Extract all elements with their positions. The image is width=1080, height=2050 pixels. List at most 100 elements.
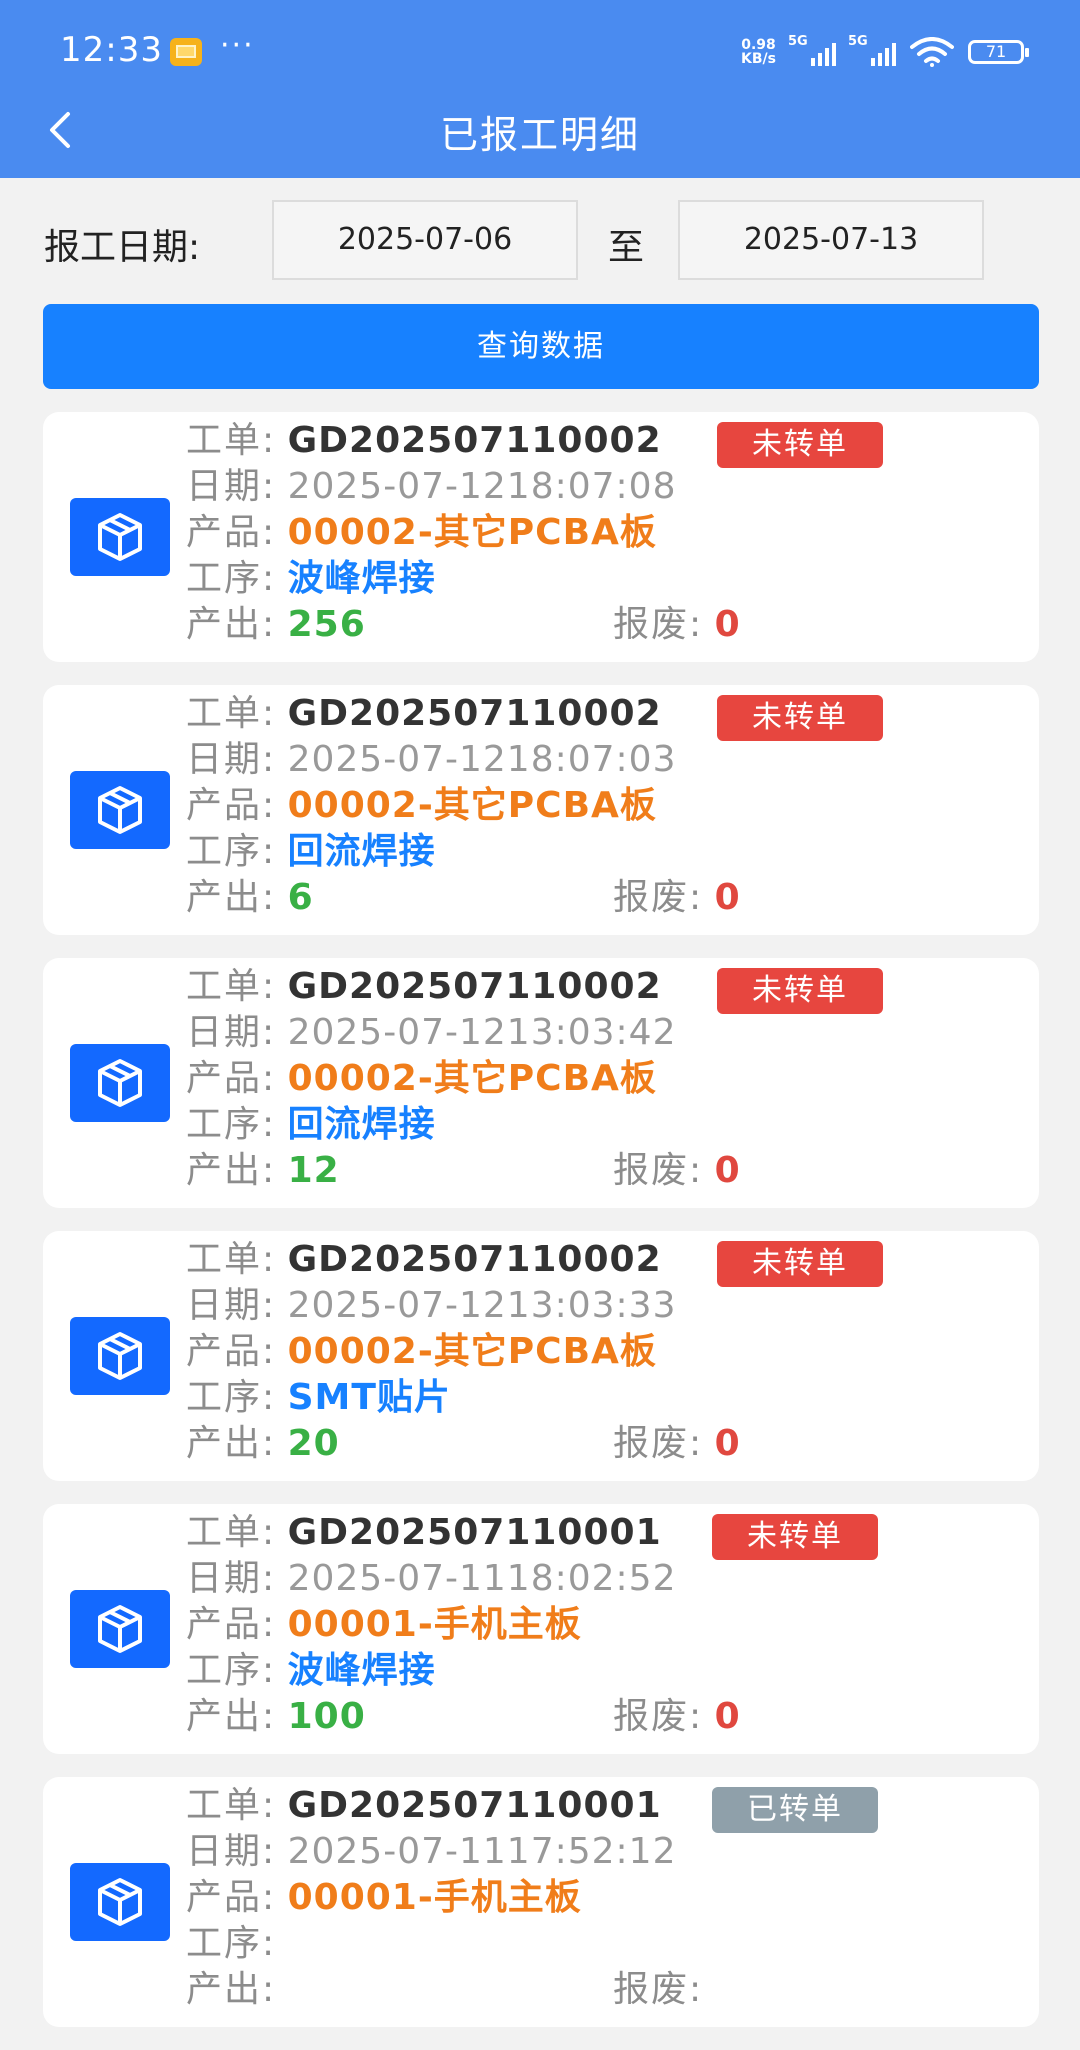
date-label: 日期: (186, 466, 277, 507)
date-row: 日期: 2025-07-1218:07:03 (186, 737, 677, 783)
output-label: 产出: (186, 1423, 277, 1464)
product-row: 产品: 00002-其它PCBA板 (186, 783, 657, 829)
status-badge: 已转单 (712, 1787, 878, 1833)
output-quantity: 6 (287, 877, 314, 918)
order-label: 工单: (186, 693, 277, 734)
package-icon-tile (70, 1317, 170, 1395)
record-card[interactable]: 工单: GD202507110002 未转单 日期: 2025-07-1213:03… (43, 1231, 1039, 1481)
report-datetime: 2025-07-1213:03:42 (287, 1012, 677, 1053)
output-row: 产出: 20 (186, 1421, 340, 1467)
record-card[interactable]: 工单: GD202507110001 已转单 日期: 2025-07-1117:52… (43, 1777, 1039, 2027)
page-title: 已报工明细 (439, 113, 640, 157)
report-datetime: 2025-07-1218:07:08 (287, 466, 677, 507)
scrap-quantity: 0 (714, 1423, 740, 1464)
scrap-row: 报废: 0 (613, 875, 740, 921)
output-label: 产出: (186, 1696, 277, 1737)
product-name: 00001-手机主板 (287, 1877, 582, 1918)
process-label: 工序: (186, 558, 277, 599)
scrap-label: 报废: (613, 1423, 704, 1464)
product-row: 产品: 00002-其它PCBA板 (186, 510, 657, 556)
scrap-label: 报废: (613, 604, 704, 645)
process-row: 工序: 回流焊接 (186, 829, 436, 875)
status-bar: 12:33 ··· 0.98 KB/s 5G 5G 71 (0, 0, 1080, 100)
package-icon (98, 786, 142, 834)
scrap-label: 报废: (613, 1969, 704, 2010)
package-icon-tile (70, 771, 170, 849)
product-label: 产品: (186, 1877, 277, 1918)
order-row: 工单: GD202507110002 (186, 964, 662, 1010)
query-data-button[interactable]: 查询数据 (43, 304, 1039, 389)
product-name: 00001-手机主板 (287, 1604, 582, 1645)
scrap-quantity: 0 (714, 1696, 740, 1737)
date-row: 日期: 2025-07-1213:03:33 (186, 1283, 677, 1329)
scrap-row: 报废: (613, 1967, 703, 2013)
speed-unit: KB/s (741, 51, 776, 67)
order-label: 工单: (186, 1785, 277, 1826)
record-card[interactable]: 工单: GD202507110002 未转单 日期: 2025-07-1218:07… (43, 412, 1039, 662)
order-row: 工单: GD202507110002 (186, 418, 662, 464)
process-name: SMT贴片 (287, 1377, 451, 1418)
output-quantity: 20 (287, 1423, 340, 1464)
order-label: 工单: (186, 1512, 277, 1553)
scrap-quantity: 0 (714, 1150, 740, 1191)
order-number: GD202507110002 (287, 1239, 662, 1280)
status-badge: 未转单 (712, 1514, 878, 1560)
date-label: 日期: (186, 1012, 277, 1053)
process-name: 回流焊接 (287, 1104, 436, 1145)
more-notifications-icon: ··· (220, 28, 255, 63)
process-label: 工序: (186, 1650, 277, 1691)
signal-5g-icon: 5G (848, 34, 896, 66)
network-speed: 0.98 KB/s (741, 38, 776, 66)
order-row: 工单: GD202507110001 (186, 1510, 662, 1556)
date-filter-label: 报工日期: (44, 227, 201, 268)
speed-value: 0.98 (741, 37, 776, 53)
package-icon-tile (70, 1863, 170, 1941)
end-date-input[interactable]: 2025-07-13 (678, 200, 984, 280)
start-date-input[interactable]: 2025-07-06 (272, 200, 578, 280)
output-row: 产出: 6 (186, 875, 314, 921)
status-badge: 未转单 (717, 695, 883, 741)
scrap-label: 报废: (613, 1696, 704, 1737)
package-icon-tile (70, 498, 170, 576)
process-row: 工序: 回流焊接 (186, 1102, 436, 1148)
product-label: 产品: (186, 785, 277, 826)
date-label: 日期: (186, 1831, 277, 1872)
record-card[interactable]: 工单: GD202507110001 未转单日期: 2025-07-1118:02… (43, 1504, 1039, 1754)
product-row: 产品: 00001-手机主板 (186, 1875, 582, 1921)
signal-label: 5G (848, 34, 868, 49)
process-label: 工序: (186, 1377, 277, 1418)
output-row: 产出: 100 (186, 1694, 366, 1740)
date-label: 日期: (186, 739, 277, 780)
product-name: 00002-其它PCBA板 (287, 512, 657, 553)
date-range-separator: 至 (608, 227, 645, 268)
order-row: 工单: GD202507110002 (186, 1237, 662, 1283)
record-card[interactable]: 工单: GD202507110002 未转单 日期: 2025-07-1213:03… (43, 958, 1039, 1208)
wifi-icon (910, 37, 954, 67)
order-label: 工单: (186, 420, 277, 461)
order-label: 工单: (186, 1239, 277, 1280)
product-label: 产品: (186, 512, 277, 553)
output-row: 产出: 256 (186, 602, 366, 648)
report-datetime: 2025-07-1117:52:12 (287, 1831, 677, 1872)
date-row: 日期: 2025-07-1218:07:08 (186, 464, 677, 510)
scrap-row: 报废: 0 (613, 1694, 740, 1740)
report-datetime: 2025-07-1118:02:52 (287, 1558, 677, 1599)
date-row: 日期: 2025-07-1117:52:12 (186, 1829, 677, 1875)
output-label: 产出: (186, 1150, 277, 1191)
scrap-quantity: 0 (714, 877, 740, 918)
output-quantity: 100 (287, 1696, 366, 1737)
order-number: GD202507110002 (287, 420, 662, 461)
scrap-label: 报废: (613, 1150, 704, 1191)
product-name: 00002-其它PCBA板 (287, 1331, 657, 1372)
order-label: 工单: (186, 966, 277, 1007)
order-number: GD202507110002 (287, 693, 662, 734)
output-label: 产出: (186, 877, 277, 918)
output-label: 产出: (186, 1969, 277, 2010)
record-card[interactable]: 工单: GD202507110002 未转单 日期: 2025-07-1218:07… (43, 685, 1039, 935)
product-label: 产品: (186, 1604, 277, 1645)
order-number: GD202507110001 (287, 1785, 662, 1826)
package-icon (98, 1059, 142, 1107)
scrap-label: 报废: (613, 877, 704, 918)
date-label: 日期: (186, 1558, 277, 1599)
package-icon-tile (70, 1590, 170, 1668)
